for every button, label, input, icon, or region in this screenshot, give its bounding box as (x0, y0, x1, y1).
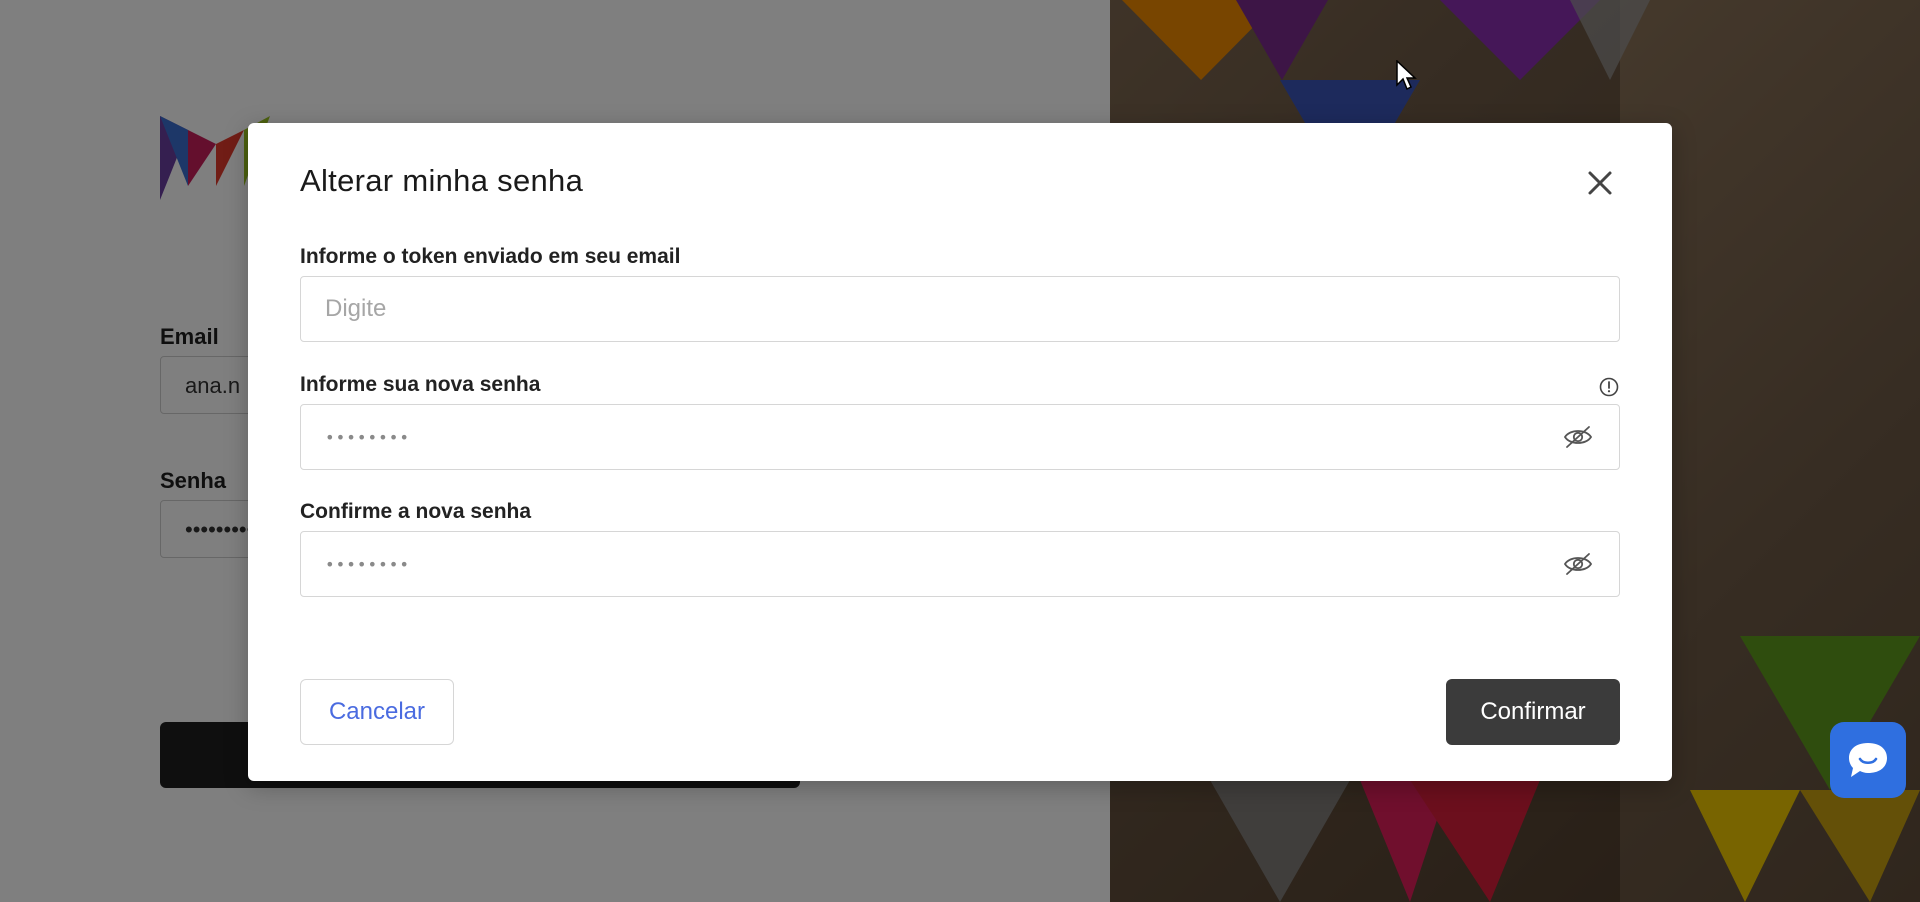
modal-title: Alterar minha senha (300, 163, 584, 198)
confirm-password-label: Confirme a nova senha (300, 500, 532, 523)
close-button[interactable] (1580, 163, 1620, 203)
change-password-modal: Alterar minha senha Informe o token envi… (248, 123, 1672, 781)
chat-bubble-icon (1849, 743, 1887, 777)
token-input[interactable] (325, 295, 1595, 323)
info-circle-icon[interactable] (1598, 376, 1620, 398)
confirm-password-value[interactable]: •••••••• (325, 555, 1561, 574)
eye-off-icon[interactable] (1561, 547, 1595, 581)
close-icon (1588, 171, 1612, 195)
new-password-value[interactable]: •••••••• (325, 428, 1561, 447)
cancel-button[interactable]: Cancelar (300, 679, 454, 745)
eye-off-icon[interactable] (1561, 420, 1595, 454)
new-password-label: Informe sua nova senha (300, 373, 541, 396)
chat-button[interactable] (1830, 722, 1906, 798)
token-field-wrapper (300, 276, 1620, 342)
mouse-cursor-icon (1396, 60, 1417, 91)
confirm-button[interactable]: Confirmar (1446, 679, 1620, 745)
confirm-password-field[interactable]: •••••••• (300, 531, 1620, 597)
token-label: Informe o token enviado em seu email (300, 245, 681, 268)
new-password-field[interactable]: •••••••• (300, 404, 1620, 470)
